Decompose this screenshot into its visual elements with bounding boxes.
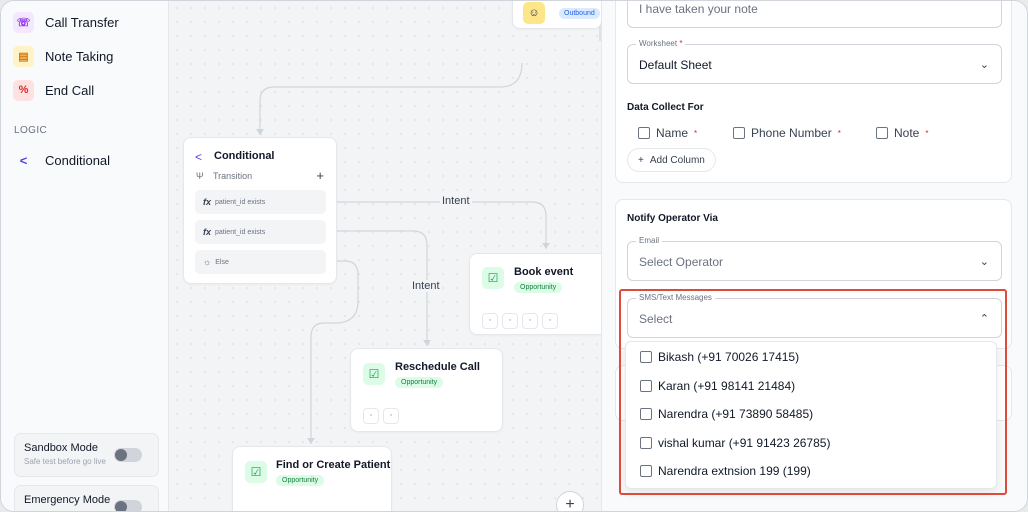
check-icon: ☑ — [245, 461, 267, 483]
emergency-mode-toggle[interactable] — [114, 500, 142, 511]
sidebar-item-conditional[interactable]: < Conditional — [13, 148, 110, 172]
add-column-button[interactable]: + Add Column — [627, 148, 716, 172]
highlight-box — [619, 289, 1007, 495]
condition-text: patient_id exists — [215, 198, 266, 206]
column-checkbox-name[interactable]: Name * — [638, 126, 697, 140]
reschedule-call-node[interactable]: ☑ Reschedule Call Opportunity ▫ ▫ — [350, 348, 503, 432]
branch-icon: < — [195, 150, 203, 164]
transition-icon: Ψ — [196, 171, 204, 181]
email-legend: Email — [636, 236, 663, 245]
opportunity-badge: Opportunity — [514, 282, 563, 293]
top-call-node[interactable]: ☺ Outbound — [512, 1, 602, 29]
checkbox[interactable] — [733, 127, 745, 139]
flow-canvas[interactable]: ☺ Outbound < Conditional Ψ Transition + … — [170, 1, 609, 511]
book-event-node[interactable]: ☑ Book event Opportunity ▫ ▫ ▫ ▫ — [469, 253, 609, 335]
trash-icon[interactable]: ▫ — [502, 312, 518, 329]
emergency-mode-card: Emergency Mode — [14, 485, 159, 511]
opportunity-badge: Opportunity — [395, 377, 444, 388]
sidebar-item-end-call[interactable]: % End Call — [13, 78, 94, 102]
app-window: ☏ Call Transfer ▤ Note Taking % End Call… — [0, 0, 1028, 512]
check-icon: ☑ — [363, 363, 385, 385]
phone-transfer-icon: ☏ — [13, 11, 34, 33]
trash-icon[interactable]: ▫ — [363, 407, 379, 424]
sidebar-item-label: End Call — [45, 82, 95, 98]
find-create-patient-node[interactable]: ☑ Find or Create Patient Opportunity — [232, 446, 392, 511]
sidebar-item-note-taking[interactable]: ▤ Note Taking — [13, 44, 113, 68]
worksheet-value: Default Sheet — [639, 58, 712, 72]
condition-row-else[interactable]: ☼ Else — [195, 250, 326, 274]
note-text-field[interactable]: I have taken your note — [627, 1, 1002, 28]
outbound-badge: Outbound — [559, 8, 600, 19]
sidebar-item-call-transfer[interactable]: ☏ Call Transfer — [13, 10, 119, 34]
condition-text: patient_id exists — [215, 228, 266, 236]
sidebar-item-label: Conditional — [45, 152, 111, 168]
sidebar-item-label: Note Taking — [45, 48, 114, 64]
note-taking-config-card: I have taken your note Worksheet * Defau… — [615, 1, 1012, 183]
avatar: ☺ — [523, 2, 545, 24]
trash-icon[interactable]: ▫ — [542, 312, 558, 329]
reschedule-call-title: Reschedule Call — [395, 361, 480, 373]
plus-icon: + — [638, 154, 644, 166]
branch-icon: < — [19, 152, 28, 168]
zoom-in-button[interactable]: + — [556, 491, 584, 511]
sandbox-mode-card: Sandbox Mode Safe test before go live — [14, 433, 159, 477]
worksheet-legend: Worksheet * — [636, 39, 686, 48]
condition-row[interactable]: fx patient_id exists — [195, 190, 326, 214]
transition-label: Transition — [213, 171, 253, 181]
worksheet-legend-text: Worksheet — [639, 39, 678, 48]
column-label: Phone Number — [751, 126, 832, 140]
find-create-patient-title: Find or Create Patient — [276, 459, 391, 471]
column-checkbox-phone[interactable]: Phone Number * — [733, 126, 841, 140]
trash-icon[interactable]: ▫ — [482, 312, 498, 329]
condition-text: Else — [215, 258, 229, 266]
worksheet-select[interactable]: Worksheet * Default Sheet ⌄ — [627, 39, 1002, 84]
data-collect-heading: Data Collect For — [627, 102, 704, 113]
check-icon: ☑ — [482, 267, 504, 289]
edge-label-intent: Intent — [410, 280, 442, 292]
function-icon: fx — [203, 197, 212, 207]
email-placeholder: Select Operator — [639, 255, 724, 269]
sandbox-mode-toggle[interactable] — [114, 448, 142, 462]
opportunity-badge: Opportunity — [276, 475, 325, 486]
column-label: Name — [656, 126, 689, 140]
checkbox[interactable] — [638, 127, 650, 139]
conditional-node-title: Conditional — [214, 150, 275, 162]
add-column-label: Add Column — [649, 154, 705, 166]
email-operator-select[interactable]: Email Select Operator ⌄ — [627, 236, 1002, 281]
column-checkbox-note[interactable]: Note * — [876, 126, 928, 140]
chevron-down-icon: ⌄ — [979, 256, 989, 268]
logic-section-label: LOGIC — [14, 125, 48, 136]
trash-icon[interactable]: ▫ — [522, 312, 538, 329]
node-action-icons: ▫ ▫ — [363, 404, 403, 424]
condition-row[interactable]: fx patient_id exists — [195, 220, 326, 244]
function-icon: fx — [203, 227, 212, 237]
edge-label-intent: Intent — [440, 195, 472, 207]
note-icon: ▤ — [13, 45, 34, 67]
sun-icon: ☼ — [203, 257, 212, 267]
trash-icon[interactable]: ▫ — [383, 407, 399, 424]
sidebar-item-label: Call Transfer — [45, 14, 119, 30]
end-call-icon: % — [13, 79, 34, 101]
checkbox[interactable] — [876, 127, 888, 139]
column-label: Note — [894, 126, 920, 140]
sidebar: ☏ Call Transfer ▤ Note Taking % End Call… — [1, 1, 169, 511]
add-transition-button[interactable]: + — [316, 168, 324, 183]
node-action-icons: ▫ ▫ ▫ ▫ — [482, 309, 562, 329]
notify-operator-heading: Notify Operator Via — [627, 213, 718, 224]
chevron-down-icon: ⌄ — [979, 59, 989, 71]
book-event-title: Book event — [514, 266, 574, 278]
conditional-node[interactable]: < Conditional Ψ Transition + fx patient_… — [183, 137, 337, 284]
note-text-value: I have taken your note — [639, 2, 758, 16]
